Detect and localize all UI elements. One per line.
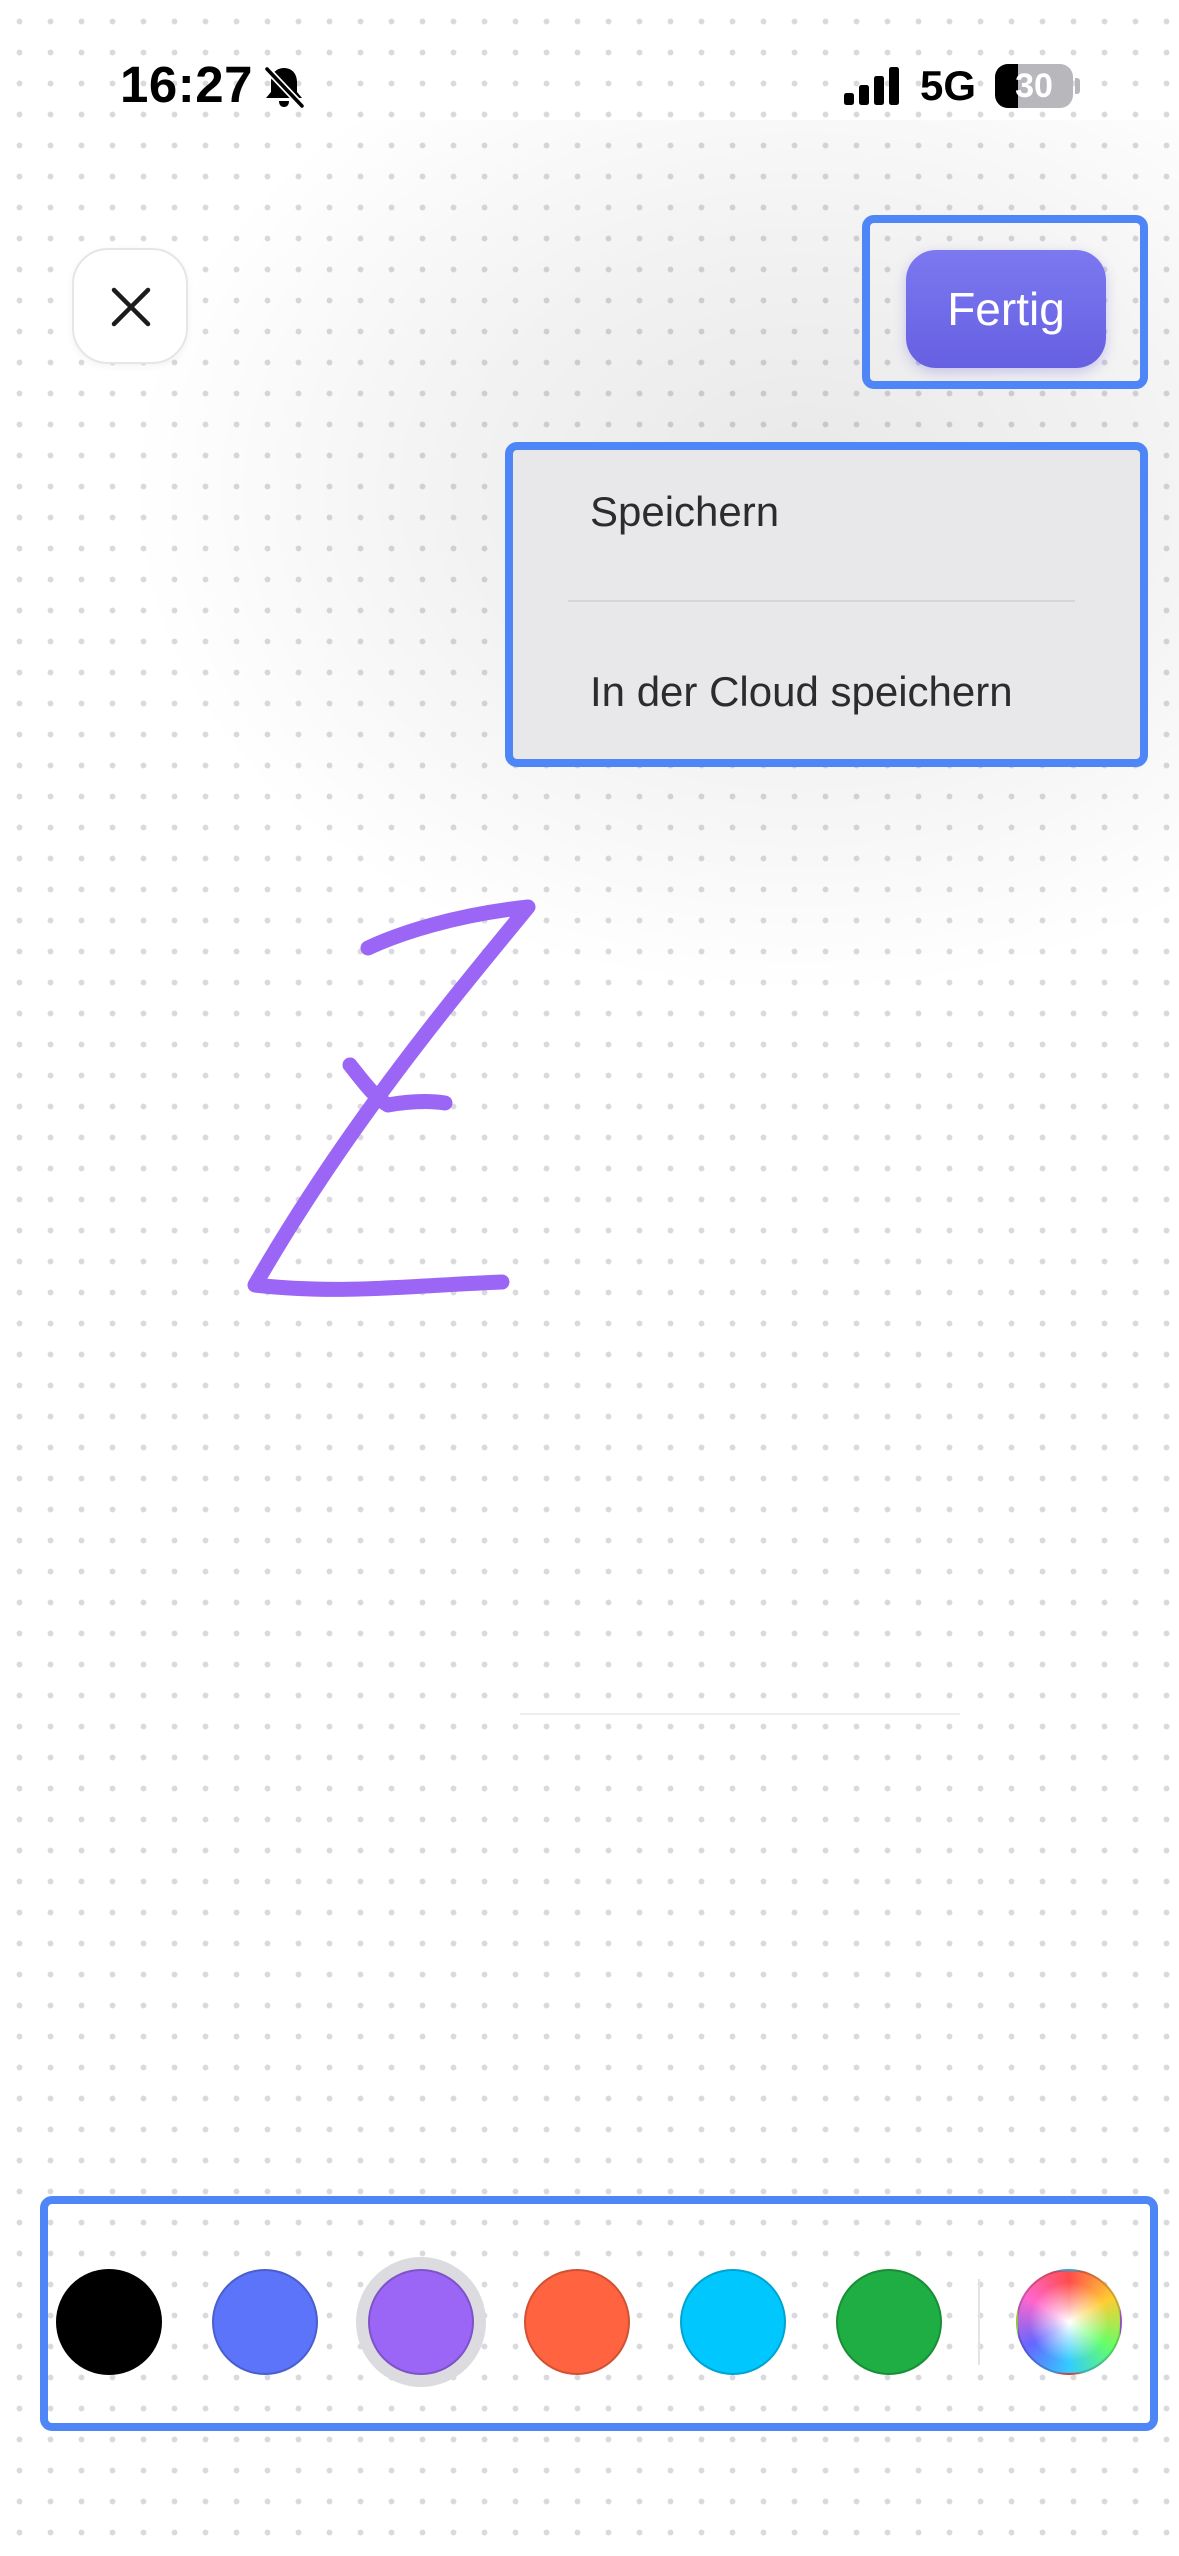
battery-cap [1075, 78, 1080, 94]
color-picker-button[interactable] [1016, 2269, 1122, 2375]
drawing-screen: 16:27 5G 30 Fertig Speichern In der Clou… [0, 0, 1179, 2556]
palette-divider [978, 2279, 980, 2365]
status-time: 16:27 [120, 56, 253, 113]
menu-item-save[interactable]: Speichern [590, 488, 779, 536]
color-swatch-green[interactable] [836, 2269, 942, 2375]
save-menu: Speichern In der Cloud speichern [505, 442, 1148, 767]
status-bar: 16:27 5G 30 [0, 0, 1179, 150]
menu-item-save-to-cloud[interactable]: In der Cloud speichern [590, 668, 1013, 716]
done-button[interactable]: Fertig [906, 250, 1106, 368]
close-icon [111, 287, 151, 327]
color-swatch-blue[interactable] [212, 2269, 318, 2375]
color-swatch-orange[interactable] [524, 2269, 630, 2375]
drawn-stroke [247, 899, 536, 1297]
color-swatch-cyan[interactable] [680, 2269, 786, 2375]
color-swatch-black[interactable] [56, 2269, 162, 2375]
bell-slash-icon [263, 65, 306, 110]
battery-level: 30 [1015, 67, 1053, 105]
color-palette [40, 2196, 1158, 2431]
battery-icon: 30 [995, 64, 1073, 108]
close-button[interactable] [72, 248, 188, 364]
color-swatch-purple[interactable] [368, 2269, 474, 2375]
network-type: 5G [920, 62, 977, 109]
menu-divider [568, 600, 1075, 602]
cellular-signal-icon [844, 67, 899, 105]
